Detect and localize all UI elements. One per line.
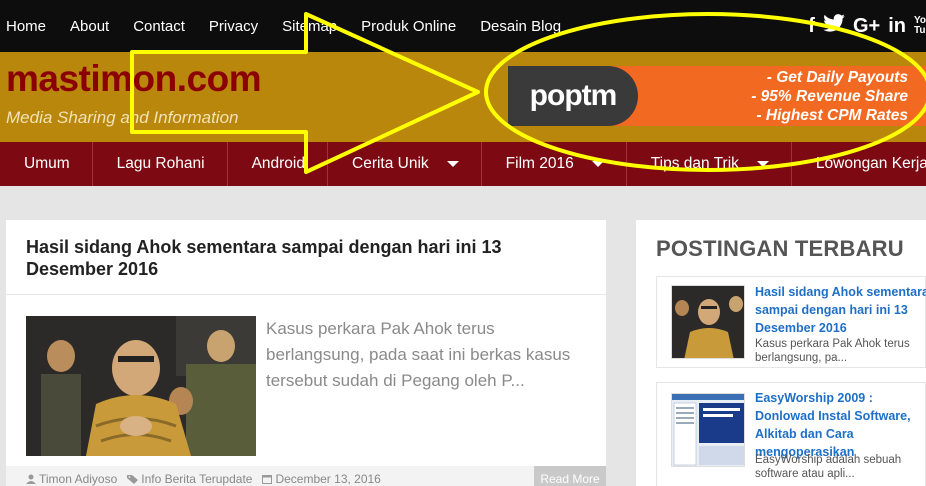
nav-item-cerita-unik[interactable]: Cerita Unik	[328, 142, 482, 186]
nav-item-lagu-rohani[interactable]: Lagu Rohani	[93, 142, 228, 186]
ad-brand-block: poptm	[508, 66, 638, 126]
nav-item-label: Umum	[24, 155, 70, 172]
post-meta: Timon Adiyoso Info Berita Terupdate Dece…	[26, 472, 381, 486]
post-category[interactable]: Info Berita Terupdate	[127, 472, 252, 486]
nav-item-label: Film 2016	[505, 155, 574, 172]
topnav-sitemap[interactable]: Sitemap	[282, 18, 337, 35]
calendar-icon	[262, 475, 273, 484]
site-logo[interactable]: mastimon.com	[6, 58, 262, 100]
post-category-name: Info Berita Terupdate	[141, 472, 253, 486]
recent-post-link[interactable]: Hasil sidang Ahok sementara sampai denga…	[755, 283, 926, 337]
recent-post-desc: Kasus perkara Pak Ahok terus berlangsung…	[755, 338, 910, 364]
topnav-desain-blog[interactable]: Desain Blog	[480, 18, 561, 35]
recent-post-link[interactable]: EasyWorship 2009 : Donlowad Instal Softw…	[755, 389, 926, 461]
top-navigation: Home About Contact Privacy Sitemap Produ…	[0, 0, 579, 52]
ad-banner[interactable]: poptm - Get Daily Payouts - 95% Revenue …	[508, 66, 926, 126]
nav-item-label: Tips dan Trik	[650, 155, 739, 172]
nav-item-label: Android	[251, 155, 305, 172]
nav-item-lowongan-kerja[interactable]: Lowongan Kerja	[792, 142, 926, 186]
topnav-about[interactable]: About	[70, 18, 109, 35]
nav-item-film-2016[interactable]: Film 2016	[482, 142, 627, 186]
user-icon	[26, 474, 36, 484]
nav-item-android[interactable]: Android	[228, 142, 328, 186]
twitter-icon[interactable]	[823, 14, 845, 38]
chevron-down-icon	[446, 161, 459, 167]
chevron-down-icon	[756, 161, 769, 167]
topnav-privacy[interactable]: Privacy	[209, 18, 258, 35]
ad-line: - 95% Revenue Share	[751, 88, 908, 105]
social-icons: f G+ in You Tube	[808, 12, 926, 40]
nav-item-label: Lowongan Kerja	[815, 155, 926, 172]
post-footer: Timon Adiyoso Info Berita Terupdate Dece…	[6, 466, 606, 486]
facebook-icon[interactable]: f	[808, 15, 815, 38]
post-excerpt: Kasus perkara Pak Ahok terus berlangsung…	[266, 319, 571, 390]
ad-line: - Highest CPM Rates	[756, 107, 908, 124]
list-item[interactable]: EasyWorship 2009 : Donlowad Instal Softw…	[656, 382, 926, 486]
widget-title: POSTINGAN TERBARU	[656, 236, 904, 261]
site-tagline: Media Sharing and Information	[6, 108, 239, 127]
post-card: Hasil sidang Ahok sementara sampai denga…	[6, 220, 606, 486]
google-plus-icon[interactable]: G+	[853, 15, 880, 38]
ad-brand-logo: poptm	[529, 79, 618, 112]
recent-post-desc: EasyWorship adalah sebuah software atau …	[755, 454, 902, 480]
post-date: December 13, 2016	[262, 472, 381, 486]
post-date-text: December 13, 2016	[275, 472, 381, 486]
top-bar: Home About Contact Privacy Sitemap Produ…	[0, 0, 926, 52]
post-author-name: Timon Adiyoso	[39, 472, 118, 486]
site-header: mastimon.com Media Sharing and Informati…	[0, 52, 926, 142]
read-more-button[interactable]: Read More	[534, 466, 606, 486]
topnav-produk-online[interactable]: Produk Online	[361, 18, 456, 35]
post-thumbnail[interactable]	[26, 316, 256, 456]
list-item[interactable]: Hasil sidang Ahok sementara sampai denga…	[656, 276, 926, 368]
recent-post-thumbnail[interactable]	[671, 285, 745, 359]
recent-post-thumbnail[interactable]	[671, 393, 745, 467]
ad-text: - Get Daily Payouts - 95% Revenue Share …	[751, 68, 908, 125]
main-navigation: Umum Lagu Rohani Android Cerita Unik Fil…	[0, 142, 926, 186]
post-title[interactable]: Hasil sidang Ahok sementara sampai denga…	[26, 236, 566, 280]
post-author[interactable]: Timon Adiyoso	[26, 472, 117, 486]
nav-item-tips-dan-trik[interactable]: Tips dan Trik	[627, 142, 792, 186]
youtube-icon[interactable]: You Tube	[914, 16, 926, 36]
chevron-down-icon	[591, 161, 604, 167]
topnav-contact[interactable]: Contact	[133, 18, 185, 35]
tag-icon	[127, 475, 139, 484]
nav-item-label: Cerita Unik	[352, 155, 429, 172]
sidebar-widget: POSTINGAN TERBARU Hasil sidang Ahok seme…	[636, 220, 926, 486]
ad-line: - Get Daily Payouts	[766, 69, 908, 86]
nav-item-umum[interactable]: Umum	[0, 142, 93, 186]
linkedin-icon[interactable]: in	[888, 15, 906, 38]
nav-item-label: Lagu Rohani	[116, 155, 205, 172]
topnav-home[interactable]: Home	[6, 18, 46, 35]
divider	[6, 294, 606, 295]
